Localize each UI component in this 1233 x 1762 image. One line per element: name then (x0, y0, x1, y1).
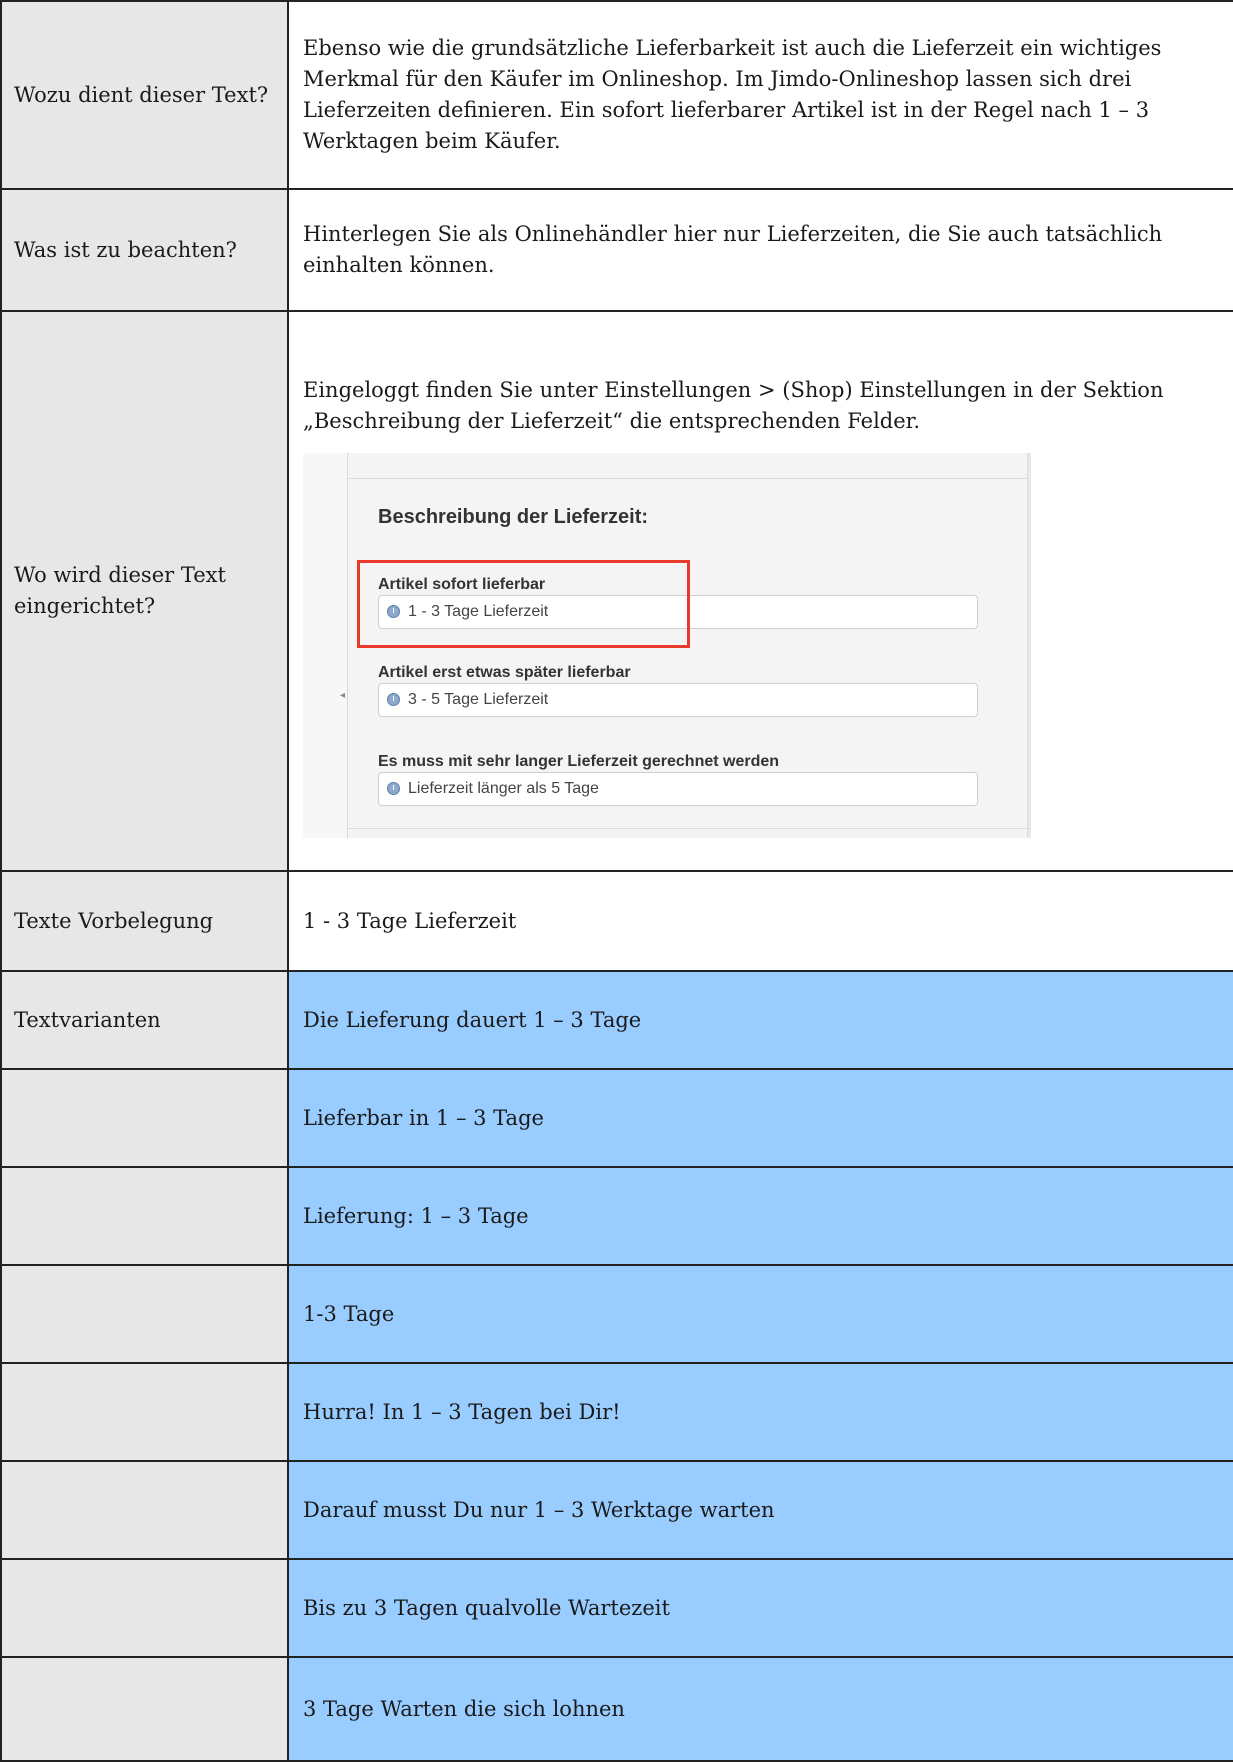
table-row: Lieferbar in 1 – 3 Tage (0, 1068, 1233, 1168)
row-label-empty (0, 1166, 288, 1266)
table-row: Was ist zu beachten? Hinterlegen Sie als… (0, 188, 1233, 312)
table-row: Hurra! In 1 – 3 Tagen bei Dir! (0, 1362, 1233, 1462)
row-content: Hinterlegen Sie als Onlinehändler hier n… (287, 188, 1233, 312)
table-row: 1-3 Tage (0, 1264, 1233, 1364)
table-row: Textvarianten Die Lieferung dauert 1 – 3… (0, 970, 1233, 1070)
row-label-empty (0, 1264, 288, 1364)
row-label: Was ist zu beachten? (0, 188, 288, 312)
input-value: 3 - 5 Tage Lieferzeit (408, 691, 549, 708)
variant-text: 1-3 Tage (287, 1264, 1233, 1364)
clock-icon (387, 782, 400, 795)
row-content: 1 - 3 Tage Lieferzeit (287, 870, 1233, 972)
where-description: Eingeloggt finden Sie unter Einstellunge… (303, 377, 1164, 433)
row-label-empty (0, 1460, 288, 1560)
screenshot-header-bar (348, 452, 1029, 479)
variant-text: Die Lieferung dauert 1 – 3 Tage (287, 970, 1233, 1070)
variant-text: Darauf musst Du nur 1 – 3 Werktage warte… (287, 1460, 1233, 1560)
variant-text: 3 Tage Warten die sich lohnen (287, 1656, 1233, 1762)
variant-text: Hurra! In 1 – 3 Tagen bei Dir! (287, 1362, 1233, 1462)
table-row: Lieferung: 1 – 3 Tage (0, 1166, 1233, 1266)
variant-text: Lieferung: 1 – 3 Tage (287, 1166, 1233, 1266)
collapse-arrow-icon: ◂ (340, 689, 346, 701)
table-row: Texte Vorbelegung 1 - 3 Tage Lieferzeit (0, 870, 1233, 972)
row-label: Textvarianten (0, 970, 288, 1070)
row-content: Ebenso wie die grundsätzliche Lieferbark… (287, 0, 1233, 190)
info-table: Wozu dient dieser Text? Ebenso wie die g… (0, 0, 1233, 1762)
table-row: Wo wird dieser Text eingerichtet? Eingel… (0, 310, 1233, 872)
field-label: Artikel erst etwas später lieferbar (378, 663, 631, 681)
table-row: Wozu dient dieser Text? Ebenso wie die g… (0, 0, 1233, 190)
row-label-empty (0, 1558, 288, 1658)
field-label: Es muss mit sehr langer Lieferzeit gerec… (378, 752, 780, 770)
variant-text: Bis zu 3 Tagen qualvolle Wartezeit (287, 1558, 1233, 1658)
settings-screenshot: ◂ Beschreibung der Lieferzeit: Artikel s… (303, 452, 1031, 838)
delivery-time-input[interactable]: 3 - 5 Tage Lieferzeit (378, 682, 978, 717)
row-label: Wozu dient dieser Text? (0, 0, 288, 190)
screenshot-side-rail (303, 452, 348, 838)
row-label-empty (0, 1656, 288, 1762)
delivery-time-input[interactable]: Lieferzeit länger als 5 Tage (378, 771, 978, 806)
row-label: Texte Vorbelegung (0, 870, 288, 972)
table-row: Bis zu 3 Tagen qualvolle Wartezeit (0, 1558, 1233, 1658)
input-value: Lieferzeit länger als 5 Tage (408, 780, 599, 797)
row-label: Wo wird dieser Text eingerichtet? (0, 310, 288, 872)
screenshot-divider (348, 827, 1029, 829)
row-label-empty (0, 1068, 288, 1168)
highlight-frame (357, 559, 690, 648)
row-label-empty (0, 1362, 288, 1462)
section-title: Beschreibung der Lieferzeit: (378, 505, 649, 528)
variant-text: Lieferbar in 1 – 3 Tage (287, 1068, 1233, 1168)
row-content: Eingeloggt finden Sie unter Einstellunge… (287, 310, 1233, 872)
screenshot-scrollbar (1027, 452, 1031, 838)
clock-icon (387, 693, 400, 706)
table-row: 3 Tage Warten die sich lohnen (0, 1656, 1233, 1762)
table-row: Darauf musst Du nur 1 – 3 Werktage warte… (0, 1460, 1233, 1560)
